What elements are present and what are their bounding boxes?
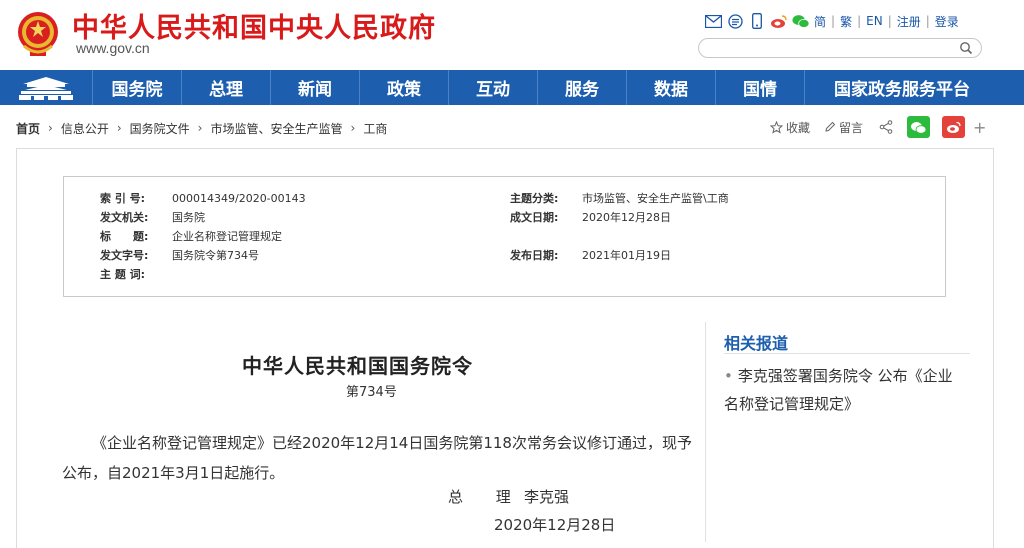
meta-row-created: 成文日期: 2020年12月28日 [510, 209, 671, 225]
weibo-icon[interactable] [770, 13, 788, 29]
meta-created-value: 2020年12月28日 [582, 211, 671, 224]
share-toolbar: 收藏 留言 + [770, 116, 986, 138]
breadcrumb-industry-commerce[interactable]: 工商 [363, 120, 387, 137]
meta-row-issuer: 发文机关: 国务院 [100, 209, 205, 225]
mobile-icon[interactable] [748, 13, 766, 29]
main-nav: 国务院 总理 新闻 政策 互动 服务 数据 国情 国家政务服务平台 [0, 70, 1024, 105]
breadcrumb-chevron-icon: › [116, 121, 122, 135]
search-icon[interactable] [959, 41, 973, 55]
signature-name: 李克强 [524, 488, 570, 506]
favorite-button[interactable]: 收藏 [786, 119, 810, 136]
site-domain: www.gov.cn [76, 40, 150, 56]
nav-item-service-platform[interactable]: 国家政务服务平台 [805, 70, 999, 105]
tools-separator: | [857, 14, 862, 28]
meta-issuer-label: 发文机关: [100, 211, 149, 224]
national-emblem-icon[interactable] [16, 10, 60, 60]
comment-button[interactable]: 留言 [839, 119, 863, 136]
breadcrumb: 首页 › 信息公开 › 国务院文件 › 市场监管、安全生产监管 › 工商 [16, 119, 387, 137]
register-link[interactable]: 注册 [897, 13, 921, 30]
breadcrumb-home[interactable]: 首页 [16, 120, 40, 137]
related-title: 相关报道 [724, 334, 789, 353]
meta-row-published: 发布日期: 2021年01月19日 [510, 247, 671, 263]
wechat-icon[interactable] [792, 13, 810, 29]
tools-separator: | [925, 14, 930, 28]
share-icon[interactable] [879, 120, 893, 134]
meta-published-value: 2021年01月19日 [582, 249, 671, 262]
breadcrumb-info-public[interactable]: 信息公开 [61, 120, 109, 137]
search-box [698, 38, 982, 59]
more-share-button[interactable]: + [973, 118, 986, 137]
meta-issuer-value: 国务院 [172, 211, 205, 224]
meta-row-docno: 发文字号: 国务院令第734号 [100, 247, 259, 263]
meta-row-topic: 主题分类: 市场监管、安全生产监管\工商 [510, 190, 729, 206]
search-input[interactable] [709, 41, 959, 59]
article-title: 中华人民共和国国务院令 [242, 354, 473, 378]
tools-separator: | [831, 14, 836, 28]
related-item[interactable]: • 李克强签署国务院令 公布《企业名称登记管理规定》 [724, 362, 964, 418]
traditional-link[interactable]: 繁 [840, 13, 852, 30]
breadcrumb-market-supervision[interactable]: 市场监管、安全生产监管 [210, 120, 342, 137]
meta-docno-value: 国务院令第734号 [172, 249, 259, 262]
pencil-icon[interactable] [824, 121, 836, 133]
article-body: 《企业名称登记管理规定》已经2020年12月14日国务院第118次常务会议修订通… [62, 434, 692, 482]
nav-item-premier[interactable]: 总理 [182, 70, 270, 105]
breadcrumb-chevron-icon: › [48, 121, 53, 135]
nav-item-interaction[interactable]: 互动 [449, 70, 537, 105]
bullet-icon: • [724, 367, 733, 385]
article-number: 第734号 [346, 385, 397, 400]
simplified-link[interactable]: 简 [814, 13, 826, 30]
breadcrumb-state-council-docs[interactable]: 国务院文件 [130, 120, 190, 137]
tools-separator: | [887, 14, 892, 28]
meta-row-keywords: 主 题 词: [100, 266, 172, 282]
meta-published-label: 发布日期: [510, 249, 559, 262]
meta-docno-label: 发文字号: [100, 249, 149, 262]
nav-item-news[interactable]: 新闻 [271, 70, 359, 105]
breadcrumb-chevron-icon: › [197, 121, 203, 135]
nav-item-national-info[interactable]: 国情 [716, 70, 804, 105]
nav-item-service[interactable]: 服务 [538, 70, 626, 105]
weibo-share-icon[interactable] [942, 116, 966, 138]
top-tools: 简 | 繁 | EN | 注册 | 登录 [704, 11, 959, 31]
nav-item-policy[interactable]: 政策 [360, 70, 448, 105]
nav-item-data[interactable]: 数据 [627, 70, 715, 105]
nav-item-state-council[interactable]: 国务院 [93, 70, 181, 105]
related-item-link[interactable]: 李克强签署国务院令 公布《企业名称登记管理规定》 [724, 367, 953, 413]
tiananmen-icon[interactable] [0, 70, 92, 105]
signature-role: 总 理 [448, 488, 525, 506]
sidebar-divider [705, 322, 706, 542]
site-header: 中华人民共和国中央人民政府 www.gov.cn 简 | 繁 | EN | 注册… [0, 0, 1024, 70]
star-icon[interactable] [770, 120, 783, 134]
related-divider [724, 353, 970, 354]
english-link[interactable]: EN [866, 14, 883, 28]
meta-keywords-label: 主 题 词: [100, 268, 146, 281]
meta-topic-value: 市场监管、安全生产监管\工商 [582, 192, 729, 205]
meta-title-value: 企业名称登记管理规定 [172, 230, 282, 243]
signature-date: 2020年12月28日 [494, 516, 616, 534]
meta-topic-label: 主题分类: [510, 192, 559, 205]
rss-icon[interactable] [726, 13, 744, 29]
wechat-share-icon[interactable] [907, 116, 931, 138]
meta-index-label: 索 引 号: [100, 192, 146, 205]
meta-index-value: 000014349/2020-00143 [172, 191, 306, 205]
meta-row-title: 标 题: 企业名称登记管理规定 [100, 228, 282, 244]
login-link[interactable]: 登录 [935, 13, 959, 30]
meta-created-label: 成文日期: [510, 211, 559, 224]
meta-title-label: 标 题: [100, 230, 149, 243]
breadcrumb-chevron-icon: › [350, 121, 356, 135]
mail-icon[interactable] [704, 13, 722, 29]
meta-row-index: 索 引 号: 000014349/2020-00143 [100, 190, 306, 206]
